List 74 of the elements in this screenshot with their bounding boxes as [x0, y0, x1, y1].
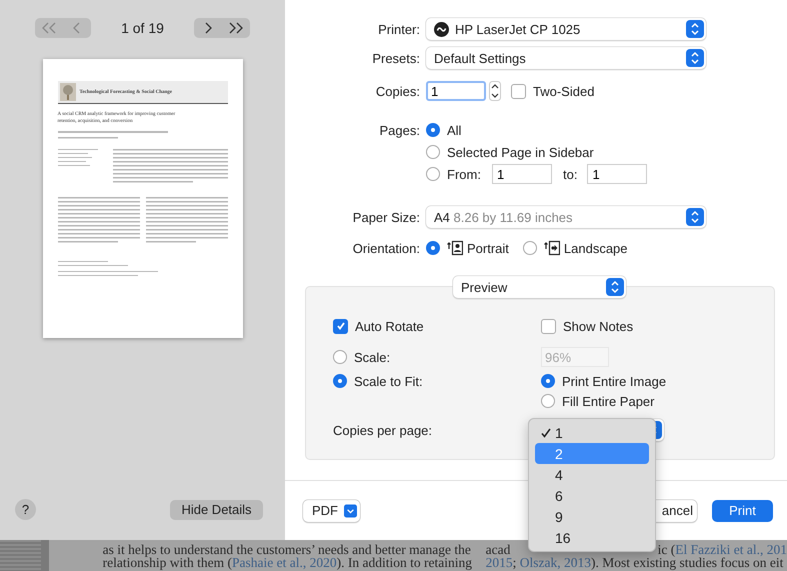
radio-button[interactable] — [333, 374, 347, 388]
chevron-right-icon — [204, 22, 212, 34]
radio-button[interactable] — [426, 123, 440, 137]
radio-label: All — [447, 122, 462, 138]
menu-item[interactable]: 1 — [535, 422, 649, 443]
radio-button[interactable] — [522, 241, 537, 255]
menu-item[interactable]: 9 — [535, 506, 649, 527]
copies-per-page-label: Copies per page: — [333, 422, 432, 438]
radio-label: Fill Entire Paper — [562, 394, 654, 408]
document-text-line: as it helps to understand the customers’ needs and better manage the — [102, 543, 472, 556]
menu-item[interactable]: 4 — [535, 464, 649, 485]
double-chevron-right-icon — [228, 22, 244, 34]
radio-label: Selected Page in Sidebar — [447, 144, 594, 160]
popup-arrows-icon — [686, 49, 704, 67]
section-popup[interactable]: Preview — [453, 276, 626, 298]
printer-status-icon — [434, 22, 449, 36]
hide-details-button[interactable]: Hide Details — [170, 500, 263, 520]
checkmark-icon — [336, 321, 346, 331]
two-sided-label: Two-Sided — [533, 84, 594, 98]
chevron-left-icon — [73, 22, 81, 34]
radio-button[interactable] — [426, 167, 440, 181]
pdf-menu-button[interactable]: PDF — [303, 500, 360, 522]
copies-label: Copies: — [374, 84, 421, 98]
radio-button[interactable] — [541, 374, 555, 388]
pages-label: Pages: — [378, 122, 421, 138]
printer-popup[interactable]: HP LaserJet CP 1025 — [426, 18, 706, 40]
auto-rotate-checkbox[interactable] — [333, 318, 348, 334]
document-text-line: relationship with them (Pashaie et al., 2020). In addition to retaining — [102, 556, 473, 569]
popup-arrows-icon — [686, 208, 704, 226]
radio-label: Scale to Fit: — [354, 374, 423, 388]
menu-item[interactable]: 6 — [535, 485, 649, 506]
two-sided-checkbox[interactable] — [511, 84, 526, 98]
paper-size-value: A4 8.26 by 11.69 inches — [434, 210, 574, 224]
help-button[interactable]: ? — [15, 499, 36, 520]
radio-button[interactable] — [333, 350, 347, 364]
landscape-icon — [544, 240, 560, 256]
double-chevron-left-icon — [41, 22, 57, 34]
menu-item[interactable]: 16 — [535, 527, 649, 548]
radio-button[interactable] — [426, 241, 440, 255]
copies-field[interactable]: 1 — [426, 81, 486, 101]
radio-label: Scale: — [354, 350, 390, 364]
radio-label: Print Entire Image — [562, 374, 666, 388]
presets-value: Default Settings — [434, 50, 527, 66]
show-notes-label: Show Notes — [563, 318, 634, 334]
auto-rotate-label: Auto Rotate — [355, 318, 424, 334]
radio-label: From: — [447, 166, 482, 182]
document-text-fragment: acad — [486, 543, 510, 556]
radio-button[interactable] — [426, 145, 440, 159]
popup-arrows-icon — [686, 20, 704, 38]
document-thumbnail-strip — [0, 540, 41, 571]
show-notes-checkbox[interactable] — [541, 318, 556, 334]
paper-size-popup[interactable]: A4 8.26 by 11.69 inches — [426, 206, 706, 228]
orientation-option-label: Landscape — [564, 240, 628, 256]
section-value: Preview — [461, 280, 508, 294]
orientation-label: Orientation: — [352, 240, 421, 256]
to-label: to: — [563, 166, 578, 182]
radio-button[interactable] — [541, 394, 555, 408]
presets-popup[interactable]: Default Settings — [426, 47, 706, 69]
portrait-icon — [447, 240, 463, 256]
to-page-field[interactable]: 1 — [587, 164, 648, 184]
stepper-icon[interactable] — [489, 81, 501, 101]
print-button[interactable]: Print — [712, 500, 773, 522]
presets-label: Presets: — [371, 50, 421, 66]
paper-size-label: Paper Size: — [352, 210, 421, 224]
page-indicator: 1 of 19 — [121, 20, 164, 36]
from-page-field[interactable]: 1 — [492, 164, 552, 184]
printer-name: HP LaserJet CP 1025 — [455, 22, 582, 36]
document-text-line: 2015; Olszak, 2013). Most existing studies focus on eit — [486, 556, 784, 569]
chevron-down-icon — [344, 502, 357, 518]
printer-label: Printer: — [377, 22, 421, 36]
popup-arrows-icon — [606, 278, 624, 296]
orientation-option-label: Portrait — [467, 240, 509, 256]
document-text-fragment: ic (El Fazziki et al., 201 — [658, 543, 787, 556]
tree-logo-icon — [60, 83, 76, 101]
